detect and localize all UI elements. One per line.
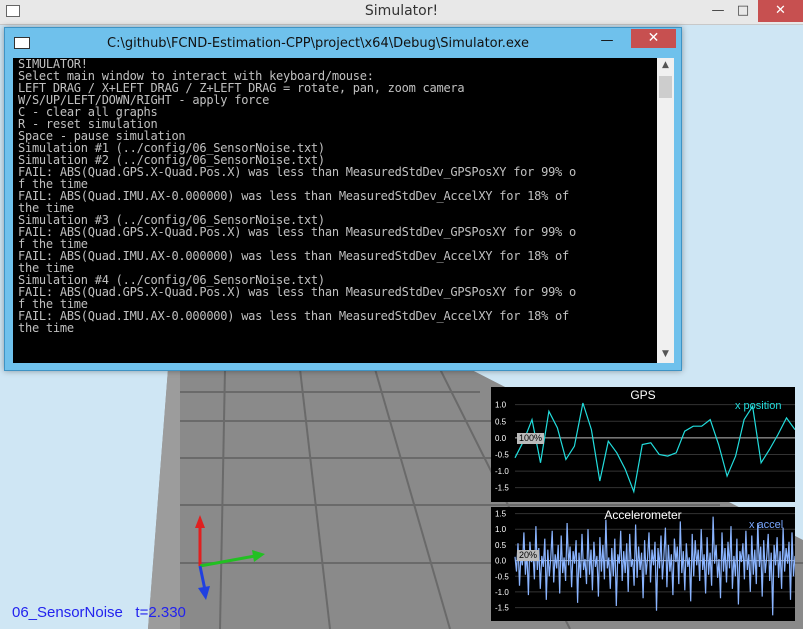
accelerometer-graph[interactable]: 1.5 1.0 0.5 0.0 -0.5 -1.0 -1.5 Accelerometer x…	[491, 507, 795, 621]
console-minimize-button[interactable]: —	[595, 32, 619, 50]
close-button[interactable]: ✕	[758, 0, 803, 22]
scrollbar-thumb[interactable]	[659, 76, 672, 98]
simulator-titlebar[interactable]: Simulator! — □ ✕	[0, 0, 803, 25]
sim-time: t=2.330	[135, 604, 186, 621]
gps-graph[interactable]: 1.0 0.5 0.0 -0.5 -1.0 -1.5 GPS x position 100…	[491, 387, 795, 502]
simulator-title: Simulator!	[364, 3, 439, 19]
accelerometer-percent-badge: 20%	[517, 550, 540, 561]
y-tick-label: -0.5	[495, 450, 509, 459]
y-tick-label: 1.0	[495, 525, 507, 534]
y-tick-label: -1.5	[495, 484, 509, 493]
console-line: FAIL: ABS(Quad.IMU.AX-0.000000) was less…	[18, 189, 569, 203]
maximize-button[interactable]: □	[733, 0, 753, 22]
console-text: SIMULATOR! Select main window to interact…	[13, 58, 657, 334]
y-tick-label: -0.5	[495, 572, 509, 581]
y-tick-label: -1.5	[495, 604, 509, 613]
gps-percent-badge: 100%	[517, 433, 545, 444]
simulator-window: Simulator! — □ ✕ 06_SensorNoise t=2.330 …	[0, 0, 803, 629]
y-tick-label: -1.0	[495, 467, 509, 476]
console-scrollbar[interactable]: ▲ ▼	[657, 58, 674, 363]
console-titlebar[interactable]: C:\github\FCND-Estimation-CPP\project\x6…	[5, 28, 681, 58]
y-tick-label: 0.5	[495, 541, 507, 550]
console-output[interactable]: SIMULATOR! Select main window to interact…	[13, 58, 657, 363]
console-line: FAIL: ABS(Quad.GPS.X-Quad.Pos.X) was les…	[18, 285, 576, 299]
console-close-button[interactable]: ✕	[631, 29, 676, 48]
gps-legend: x position	[735, 400, 782, 412]
series-line	[514, 516, 795, 616]
series-line	[514, 402, 795, 494]
minimize-button[interactable]: —	[708, 0, 728, 22]
scroll-up-icon[interactable]: ▲	[657, 60, 674, 72]
accelerometer-legend: x accel	[749, 519, 784, 531]
console-title: C:\github\FCND-Estimation-CPP\project\x6…	[107, 36, 529, 51]
y-tick-label: 0.0	[495, 434, 507, 443]
status-text: 06_SensorNoise t=2.330	[12, 604, 186, 621]
console-line: FAIL: ABS(Quad.IMU.AX-0.000000) was less…	[18, 249, 569, 263]
scroll-down-icon[interactable]: ▼	[657, 349, 674, 361]
console-line: FAIL: ABS(Quad.IMU.AX-0.000000) was less…	[18, 309, 569, 323]
console-window[interactable]: C:\github\FCND-Estimation-CPP\project\x6…	[4, 27, 682, 371]
console-line: the time	[18, 321, 74, 335]
console-line: FAIL: ABS(Quad.GPS.X-Quad.Pos.X) was les…	[18, 225, 576, 239]
console-line: FAIL: ABS(Quad.GPS.X-Quad.Pos.X) was les…	[18, 165, 576, 179]
y-tick-label: 0.5	[495, 417, 507, 426]
y-tick-label: -1.0	[495, 588, 509, 597]
scenario-name: 06_SensorNoise	[12, 604, 123, 621]
y-tick-label: 0.0	[495, 557, 507, 566]
